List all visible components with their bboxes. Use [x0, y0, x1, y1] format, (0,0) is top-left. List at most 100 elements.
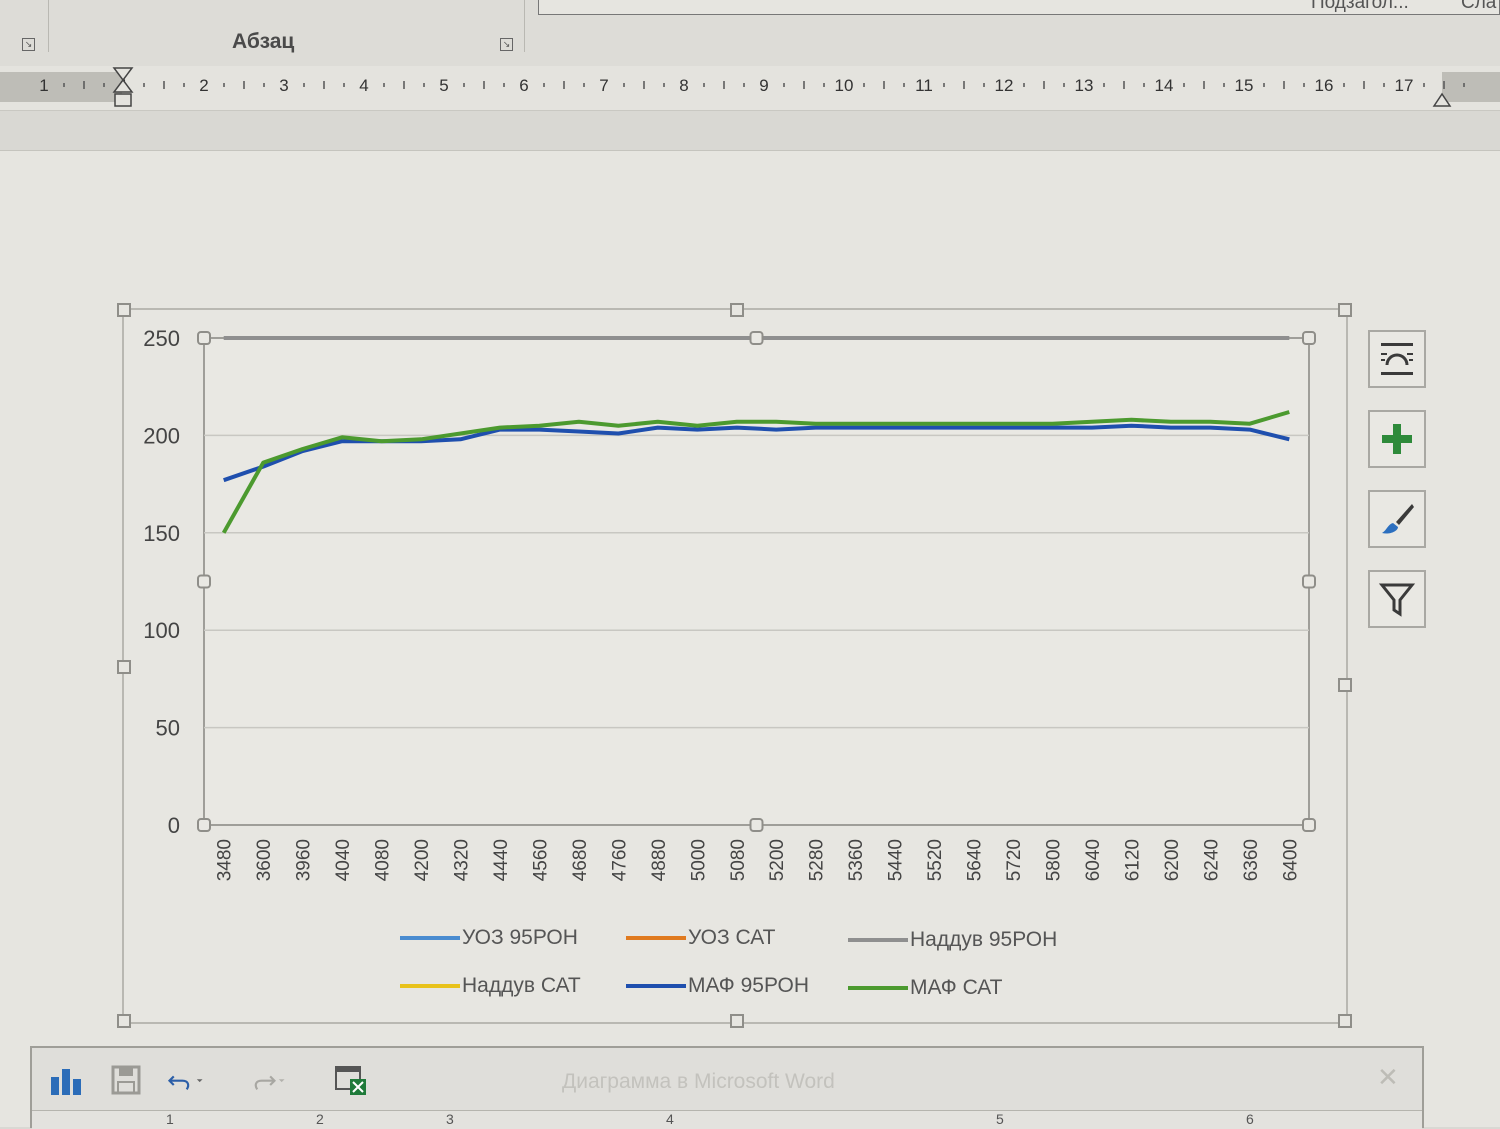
- legend-label: Наддув САТ: [462, 974, 581, 997]
- filter-icon: [1378, 583, 1416, 617]
- paintbrush-icon: [1382, 504, 1414, 534]
- ruler-number: 17: [1395, 76, 1414, 95]
- horizontal-ruler[interactable]: 11234567891011121314151617: [0, 66, 1500, 111]
- legend-swatch: [848, 938, 908, 942]
- legend-label: УОЗ САТ: [688, 926, 776, 949]
- data-sheet-column-header: 1 2 3 4 5 6: [32, 1110, 1422, 1129]
- resize-handle-top-left[interactable]: [117, 303, 131, 317]
- x-tick-label: 4880: [649, 839, 670, 881]
- plot-area-handle[interactable]: [1302, 818, 1316, 832]
- ribbon: ↘ Абзац ↘ Подзагол... Сла: [0, 0, 1500, 67]
- legend-item[interactable]: МАФ САТ: [848, 976, 1003, 1000]
- y-tick-label: 250: [143, 326, 180, 351]
- close-icon[interactable]: ✕: [1377, 1062, 1399, 1093]
- chart-data-window[interactable]: Диаграмма в Microsoft Word ✕ 1 2 3 4 5 6: [30, 1046, 1424, 1129]
- plot-area-handle[interactable]: [749, 818, 764, 832]
- plot-area[interactable]: [203, 337, 1310, 826]
- x-tick-label: 3960: [294, 839, 315, 881]
- legend-item[interactable]: Наддув САТ: [400, 974, 581, 998]
- resize-handle-bottom-right[interactable]: [1338, 1014, 1352, 1028]
- legend-swatch: [400, 936, 460, 940]
- column-number: 3: [446, 1111, 454, 1127]
- resize-handle-top-right[interactable]: [1338, 303, 1352, 317]
- legend-item[interactable]: УОЗ САТ: [626, 926, 775, 950]
- resize-handle-bottom[interactable]: [730, 1014, 744, 1028]
- chart-filters-button[interactable]: [1368, 570, 1426, 628]
- bar-chart-icon[interactable]: [48, 1062, 84, 1098]
- legend-item[interactable]: УОЗ 95РОН: [400, 926, 578, 950]
- plot-area-handle[interactable]: [749, 331, 764, 345]
- ruler-number: 11: [915, 76, 933, 95]
- x-tick-label: 5800: [1043, 839, 1064, 881]
- legend-swatch: [626, 936, 686, 940]
- x-tick-label: 5080: [728, 839, 749, 881]
- save-icon[interactable]: [108, 1062, 144, 1098]
- ruler-number: 6: [519, 76, 528, 95]
- x-tick-label: 3480: [215, 839, 236, 881]
- resize-handle-top[interactable]: [730, 303, 744, 317]
- layout-options-icon: [1381, 343, 1413, 375]
- plot-area-handle[interactable]: [1302, 574, 1316, 589]
- font-group-launcher-icon[interactable]: ↘: [22, 38, 35, 51]
- ruler-number: 12: [995, 76, 1014, 95]
- x-tick-label: 5000: [688, 839, 709, 881]
- line-chart[interactable]: 0 50 100 150 200 250 3480 3600 3960 4040 4080 4200 4…: [124, 310, 1346, 1022]
- right-indent-marker-icon[interactable]: [1432, 92, 1452, 107]
- styles-gallery[interactable]: Подзагол... Сла: [538, 0, 1500, 15]
- layout-options-button[interactable]: [1368, 330, 1426, 388]
- y-tick-label: 50: [156, 716, 180, 741]
- column-number: 1: [166, 1111, 174, 1127]
- legend-label: УОЗ 95РОН: [462, 926, 578, 949]
- column-number: 5: [996, 1111, 1004, 1127]
- undo-icon[interactable]: [168, 1062, 204, 1098]
- x-tick-label: 3600: [254, 839, 275, 881]
- x-tick-label: 6120: [1122, 839, 1143, 881]
- x-tick-label: 4320: [452, 839, 473, 881]
- data-window-title: Диаграмма в Microsoft Word: [562, 1070, 835, 1093]
- ruler-ticks: 11234567891011121314151617: [39, 67, 1465, 107]
- legend-swatch: [626, 984, 686, 988]
- indent-marker-icon[interactable]: [112, 67, 134, 93]
- x-tick-label: 5720: [1004, 839, 1025, 881]
- y-tick-label: 200: [143, 423, 180, 448]
- left-indent-marker-icon[interactable]: [114, 93, 132, 107]
- chart-styles-button[interactable]: [1368, 490, 1426, 548]
- chart-elements-button[interactable]: [1368, 410, 1426, 468]
- ruler-number: 8: [679, 76, 688, 95]
- y-tick-label: 0: [168, 813, 180, 838]
- plot-area-handle[interactable]: [1302, 331, 1316, 345]
- x-tick-label: 5640: [965, 839, 986, 881]
- x-tick-label: 4560: [530, 839, 551, 881]
- paragraph-group-launcher-icon[interactable]: ↘: [500, 38, 513, 51]
- x-tick-label: 4080: [373, 839, 394, 881]
- resize-handle-right[interactable]: [1338, 678, 1352, 692]
- ruler-number: 13: [1075, 76, 1094, 95]
- plot-area-handle[interactable]: [197, 574, 211, 589]
- resize-handle-left[interactable]: [117, 660, 131, 674]
- ruler-number: 15: [1235, 76, 1254, 95]
- ribbon-divider: [524, 0, 525, 52]
- edit-in-excel-icon[interactable]: [334, 1062, 370, 1098]
- chart-area[interactable]: 0 50 100 150 200 250 3480 3600 3960 4040 4080 4200 4…: [117, 303, 1352, 1028]
- plus-icon: [1382, 424, 1412, 454]
- ruler-number: 1: [39, 76, 48, 95]
- x-tick-label: 4680: [570, 839, 591, 881]
- legend-label: МАФ 95РОН: [688, 974, 810, 997]
- plot-area-handle[interactable]: [197, 818, 211, 832]
- plot-area-handle[interactable]: [197, 331, 211, 345]
- chart-legend[interactable]: УОЗ 95РОН УОЗ САТ Наддув 95РОН Наддув СА…: [400, 922, 1100, 1012]
- style-heading-label[interactable]: Подзагол...: [1311, 0, 1409, 14]
- style-subtle-label[interactable]: Сла: [1461, 0, 1496, 14]
- ruler-number: 2: [199, 76, 208, 95]
- legend-label: МАФ САТ: [910, 976, 1003, 999]
- x-tick-label: 6240: [1201, 839, 1222, 881]
- legend-item[interactable]: МАФ 95РОН: [626, 974, 809, 998]
- ruler-number: 5: [439, 76, 448, 95]
- redo-icon[interactable]: [250, 1062, 286, 1098]
- x-tick-label: 6200: [1162, 839, 1183, 881]
- legend-label: Наддув 95РОН: [910, 928, 1058, 951]
- legend-swatch: [848, 986, 908, 990]
- resize-handle-bottom-left[interactable]: [117, 1014, 131, 1028]
- legend-item[interactable]: Наддув 95РОН: [848, 928, 1057, 952]
- ruler-number: 3: [279, 76, 288, 95]
